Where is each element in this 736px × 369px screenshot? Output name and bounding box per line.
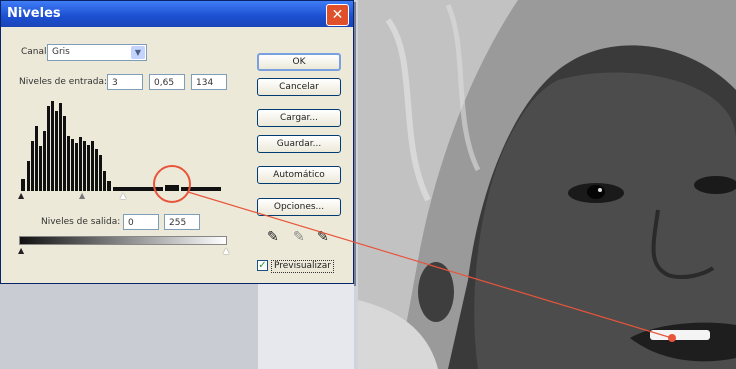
highlight-circle xyxy=(153,165,191,203)
annotation-dot xyxy=(668,334,676,342)
annotation-line xyxy=(187,191,673,339)
annotation-overlay xyxy=(153,165,676,342)
